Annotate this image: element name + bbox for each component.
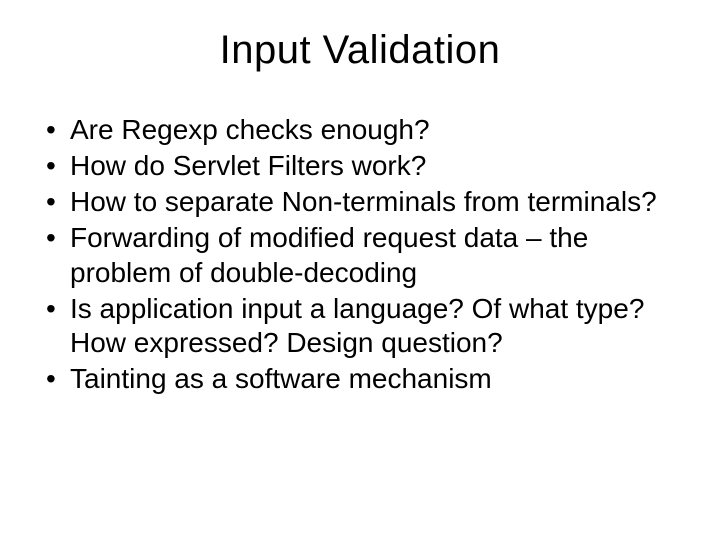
- slide-title: Input Validation: [30, 28, 690, 73]
- bullet-item: How to separate Non-terminals from termi…: [40, 185, 680, 219]
- bullet-list: Are Regexp checks enough? How do Servlet…: [30, 113, 690, 396]
- bullet-item: Tainting as a software mechanism: [40, 362, 680, 396]
- bullet-item: How do Servlet Filters work?: [40, 149, 680, 183]
- slide: Input Validation Are Regexp checks enoug…: [0, 0, 720, 540]
- bullet-item: Forwarding of modified request data – th…: [40, 221, 680, 289]
- bullet-item: Is application input a language? Of what…: [40, 292, 680, 360]
- bullet-item: Are Regexp checks enough?: [40, 113, 680, 147]
